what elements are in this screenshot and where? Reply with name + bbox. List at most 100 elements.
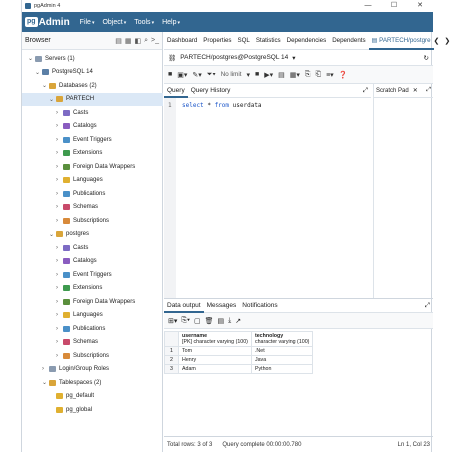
tree-node[interactable]: › Login/Group Roles	[22, 363, 109, 376]
chevron-right-icon[interactable]: ›	[56, 272, 63, 278]
tree-node[interactable]: › Languages	[22, 309, 103, 322]
tree-node[interactable]: › Casts	[22, 241, 88, 254]
tab-statistics[interactable]: Statistics	[253, 37, 284, 44]
chevron-down-icon[interactable]: ⌄	[28, 55, 35, 62]
minimize-button[interactable]: —	[355, 0, 381, 12]
macros-icon[interactable]: ≡▾	[326, 71, 334, 79]
view-icon[interactable]: ◧	[134, 37, 141, 45]
rollback-icon[interactable]: ⎗	[315, 71, 321, 79]
chevron-right-icon[interactable]: ›	[56, 137, 63, 143]
tab-notifications[interactable]: Notifications	[239, 302, 280, 309]
filter-icon[interactable]: ⏷▾	[207, 71, 216, 79]
commit-icon[interactable]: ⎘	[305, 71, 311, 79]
tree-node[interactable]: pg_global	[22, 403, 92, 416]
chevron-down-icon[interactable]: ⌄	[49, 96, 56, 103]
chevron-right-icon[interactable]: ›	[56, 204, 63, 210]
copy-icon[interactable]: ⎘▾	[181, 317, 190, 325]
menu-file[interactable]: File▾	[80, 19, 95, 26]
chevron-right-icon[interactable]: ›	[56, 299, 63, 305]
explain-icon[interactable]: ▤	[278, 71, 285, 79]
delete-icon[interactable]: 🗑	[205, 317, 214, 325]
tree-node[interactable]: › Publications	[22, 187, 105, 200]
tree-node[interactable]: › Casts	[22, 106, 88, 119]
table-icon[interactable]: ▦	[125, 37, 132, 45]
search-icon[interactable]: ⌕	[144, 37, 148, 45]
table-row[interactable]: 3 Adam Python	[164, 364, 314, 374]
chevron-right-icon[interactable]: ›	[56, 353, 63, 359]
scratch-pad-close-icon[interactable]: ✕	[413, 87, 418, 94]
tree-node[interactable]: ⌄ Tablespaces (2)	[22, 376, 101, 389]
scratch-pad-expand-icon[interactable]: ⤢	[426, 87, 431, 94]
chevron-right-icon[interactable]: ›	[56, 245, 63, 251]
refresh-icon[interactable]: ↻	[424, 54, 429, 62]
stop-icon[interactable]: ■	[255, 71, 259, 78]
tree-node[interactable]: › Schemas	[22, 201, 98, 214]
chevron-right-icon[interactable]: ›	[56, 191, 63, 197]
tree-node[interactable]: › Event Triggers	[22, 268, 112, 281]
tab-next-icon[interactable]: ❯	[444, 37, 450, 45]
chevron-right-icon[interactable]: ›	[56, 312, 63, 318]
save-icon[interactable]: ▣▾	[177, 71, 187, 79]
explain-analyze-icon[interactable]: ▦▾	[290, 71, 300, 79]
chevron-right-icon[interactable]: ›	[56, 150, 63, 156]
chevron-down-icon[interactable]: ⌄	[35, 69, 42, 76]
chevron-right-icon[interactable]: ›	[42, 366, 49, 372]
chevron-down-icon[interactable]: ⌄	[42, 82, 49, 89]
menu-help[interactable]: Help▾	[162, 19, 180, 26]
chevron-right-icon[interactable]: ›	[56, 110, 63, 116]
chevron-right-icon[interactable]: ›	[56, 218, 63, 224]
tree-node[interactable]: › Foreign Data Wrappers	[22, 160, 135, 173]
tree-node[interactable]: › Event Triggers	[22, 133, 112, 146]
chevron-right-icon[interactable]: ›	[56, 123, 63, 129]
limit-select[interactable]: No limit	[221, 71, 242, 78]
tab-dependencies[interactable]: Dependencies	[284, 37, 330, 44]
terminal-icon[interactable]: >_	[151, 37, 159, 45]
tree-node[interactable]: ⌄ PARTECH	[22, 92, 163, 106]
chevron-right-icon[interactable]: ›	[56, 177, 63, 183]
column-header-technology[interactable]: technology character varying (100)	[250, 331, 314, 347]
database-icon[interactable]: ▤	[115, 37, 122, 45]
tab-prev-icon[interactable]: ❮	[434, 37, 440, 45]
tree-node[interactable]: › Publications	[22, 322, 105, 335]
menu-object[interactable]: Object▾	[102, 19, 126, 26]
tab-dependents[interactable]: Dependents	[329, 37, 368, 44]
tab-query-history[interactable]: Query History	[188, 87, 234, 94]
chevron-right-icon[interactable]: ›	[56, 164, 63, 170]
table-row[interactable]: 2 Henry Java	[164, 355, 314, 365]
paste-icon[interactable]: ▢	[194, 317, 201, 325]
output-expand-icon[interactable]: ⤢	[425, 302, 430, 310]
tree-node[interactable]: › Subscriptions	[22, 214, 109, 227]
chevron-right-icon[interactable]: ›	[56, 326, 63, 332]
tree-node[interactable]: › Extensions	[22, 147, 102, 160]
save-data-icon[interactable]: ▤	[217, 317, 224, 325]
tree-node[interactable]: ⌄ postgres	[22, 228, 89, 241]
chevron-right-icon[interactable]: ›	[56, 258, 63, 264]
limit-dropdown-icon[interactable]: ▾	[246, 71, 250, 79]
tab-data-output[interactable]: Data output	[164, 299, 204, 313]
table-row[interactable]: 1 Tom .Net	[164, 346, 314, 356]
menu-tools[interactable]: Tools▾	[134, 19, 154, 26]
tree-node[interactable]: › Catalogs	[22, 120, 97, 133]
tree-node[interactable]: ⌄ Servers (1)	[22, 52, 75, 65]
tab-dashboard[interactable]: Dashboard	[164, 37, 200, 44]
tab-properties[interactable]: Properties	[200, 37, 234, 44]
execute-icon[interactable]: ▶▾	[264, 71, 273, 79]
tree-node[interactable]: › Schemas	[22, 336, 98, 349]
add-row-icon[interactable]: ⊞▾	[168, 317, 177, 325]
maximize-button[interactable]: ☐	[381, 0, 407, 12]
expand-icon[interactable]: ⤢	[363, 87, 368, 95]
tree-node[interactable]: › Languages	[22, 174, 103, 187]
tab-messages[interactable]: Messages	[204, 302, 240, 309]
download-icon[interactable]: ⤓	[228, 317, 231, 325]
tree-node[interactable]: › Subscriptions	[22, 349, 109, 362]
close-window-button[interactable]: ✕	[407, 0, 433, 12]
tab-query-tool[interactable]: ▤ PARTECH/postgre	[368, 32, 434, 50]
tab-query[interactable]: Query	[164, 84, 188, 98]
graph-icon[interactable]: ↗	[235, 317, 241, 325]
tab-sql[interactable]: SQL	[234, 37, 252, 44]
tree-node[interactable]: › Extensions	[22, 282, 102, 295]
tree-node[interactable]: › Catalogs	[22, 255, 97, 268]
connection-dropdown-icon[interactable]: ▾	[292, 54, 295, 62]
connection-bar[interactable]: ⛓ PARTECH/postgres@PostgreSQL 14 ▾ ↻	[164, 50, 433, 66]
tree-node[interactable]: ⌄ PostgreSQL 14	[22, 66, 93, 79]
